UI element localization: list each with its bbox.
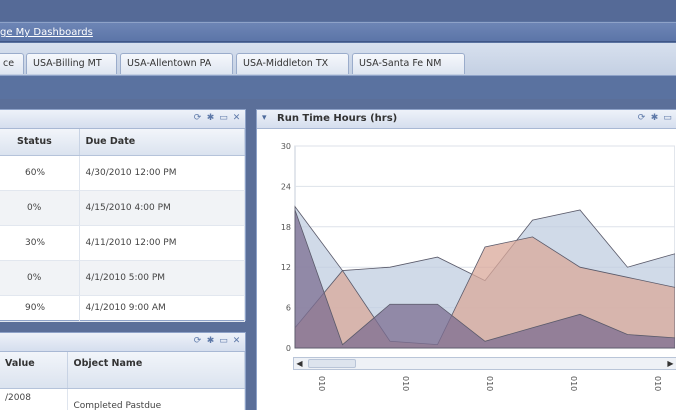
status-cell: 90% [0, 295, 80, 322]
due-date-cell: 4/15/2010 4:00 PM [79, 190, 245, 226]
table-header-row: Value Object Name [0, 352, 245, 389]
maximize-icon[interactable]: ▭ [218, 336, 229, 347]
due-date-cell: 4/11/2010 12:00 PM [79, 225, 245, 261]
runtime-area-chart: 0 6 12 18 24 30 [281, 142, 675, 353]
panel-title: Run Time Hours (hrs) [277, 113, 398, 124]
x-tick-label: 010 [401, 376, 410, 391]
col-object-name[interactable]: Object Name [67, 352, 245, 389]
status-cell: 0% [0, 190, 80, 226]
link-bar: ge My Dashboards [0, 22, 676, 42]
collapse-chevron-icon[interactable]: ▾ [262, 113, 267, 123]
scroll-left-icon[interactable]: ◀ [294, 358, 305, 369]
status-cell: 30% [0, 225, 80, 261]
app-top-bar [0, 0, 676, 21]
table-row[interactable]: /2008 Completed Pastdue [0, 388, 245, 410]
settings-icon[interactable]: ✱ [649, 113, 660, 124]
y-tick-label: 0 [286, 344, 291, 353]
x-tick-label: 010 [653, 376, 662, 391]
status-cell: 60% [0, 155, 80, 191]
tab-santa-fe-nm[interactable]: USA-Santa Fe NM [352, 53, 465, 74]
x-tick-label: 010 [485, 376, 494, 391]
tab-billing-mt[interactable]: USA-Billing MT [26, 53, 117, 74]
tasks-panel-header: ⟳ ✱ ▭ ✕ [0, 110, 245, 129]
table-row[interactable]: 0% 4/15/2010 4:00 PM [0, 190, 245, 226]
panel-tools: ⟳ ✱ ▭ ✕ [192, 336, 242, 347]
objects-panel: ⟳ ✱ ▭ ✕ Value Object Name /2008 Complete… [0, 332, 246, 410]
tab-middleton-tx[interactable]: USA-Middleton TX [236, 53, 349, 74]
y-tick-label: 18 [281, 223, 291, 232]
col-status[interactable]: Status [0, 129, 80, 156]
close-icon[interactable]: ✕ [231, 113, 242, 124]
y-tick-label: 24 [281, 182, 291, 191]
runtime-panel-header: ▾ Run Time Hours (hrs) ⟳ ✱ ▭ [257, 110, 676, 129]
value-cell: /2008 [0, 388, 68, 410]
tab-partial[interactable]: ce [0, 53, 24, 74]
tab-allentown-pa[interactable]: USA-Allentown PA [120, 53, 233, 74]
tasks-panel: ⟳ ✱ ▭ ✕ Status Due Date 60% 4/30/2010 12… [0, 109, 246, 322]
settings-icon[interactable]: ✱ [205, 113, 216, 124]
status-cell: 0% [0, 260, 80, 296]
refresh-icon[interactable]: ⟳ [636, 113, 647, 124]
close-icon[interactable]: ✕ [231, 336, 242, 347]
y-tick-label: 12 [281, 263, 291, 272]
refresh-icon[interactable]: ⟳ [192, 113, 203, 124]
dashboard-content: ⟳ ✱ ▭ ✕ Status Due Date 60% 4/30/2010 12… [0, 99, 676, 410]
chart-scrollbar[interactable]: ◀ ▶ [293, 357, 676, 370]
due-date-cell: 4/30/2010 12:00 PM [79, 155, 245, 191]
table-row[interactable]: 30% 4/11/2010 12:00 PM [0, 225, 245, 261]
x-axis-labels: 010 010 010 010 010 [317, 376, 662, 391]
tasks-table: Status Due Date 60% 4/30/2010 12:00 PM 0… [0, 129, 245, 322]
settings-icon[interactable]: ✱ [205, 336, 216, 347]
col-value[interactable]: Value [0, 352, 68, 389]
y-tick-label: 30 [281, 142, 291, 151]
object-name-cell: Completed Pastdue [67, 388, 245, 410]
my-dashboards-link[interactable]: ge My Dashboards [0, 27, 93, 38]
objects-table: Value Object Name /2008 Completed Pastdu… [0, 352, 245, 410]
dashboard-tab-strip: ce USA-Billing MT USA-Allentown PA USA-M… [0, 43, 676, 76]
table-row[interactable]: 90% 4/1/2010 9:00 AM [0, 295, 245, 322]
panel-tools: ⟳ ✱ ▭ [636, 113, 673, 124]
table-row[interactable]: 0% 4/1/2010 5:00 PM [0, 260, 245, 296]
scroll-right-icon[interactable]: ▶ [665, 358, 676, 369]
due-date-cell: 4/1/2010 9:00 AM [79, 295, 245, 322]
maximize-icon[interactable]: ▭ [662, 113, 673, 124]
col-due-date[interactable]: Due Date [79, 129, 245, 156]
table-header-row: Status Due Date [0, 129, 245, 156]
scroll-thumb[interactable] [308, 359, 356, 368]
x-tick-label: 010 [569, 376, 578, 391]
runtime-chart-panel: ▾ Run Time Hours (hrs) ⟳ ✱ ▭ 0 6 12 18 24 30 … [256, 109, 676, 410]
panel-tools: ⟳ ✱ ▭ ✕ [192, 113, 242, 124]
x-tick-label: 010 [317, 376, 326, 391]
refresh-icon[interactable]: ⟳ [192, 336, 203, 347]
y-tick-label: 6 [286, 304, 291, 313]
table-row[interactable]: 60% 4/30/2010 12:00 PM [0, 155, 245, 191]
objects-panel-header: ⟳ ✱ ▭ ✕ [0, 333, 245, 352]
toolbar-band [0, 77, 676, 99]
due-date-cell: 4/1/2010 5:00 PM [79, 260, 245, 296]
maximize-icon[interactable]: ▭ [218, 113, 229, 124]
